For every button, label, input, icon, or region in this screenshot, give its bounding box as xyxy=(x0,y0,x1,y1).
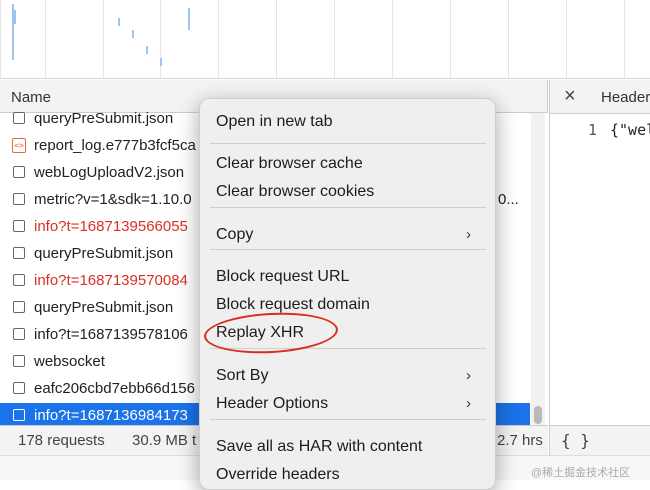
menu-separator xyxy=(210,249,486,250)
menu-separator xyxy=(210,207,486,208)
line-number: 1 xyxy=(588,121,598,139)
timeline-gridline xyxy=(624,0,625,78)
request-detail-pane: × Header 1 {"wel { } xyxy=(549,80,650,479)
timeline-gridline xyxy=(0,0,1,78)
menu-item-save-all-as-har-with-content[interactable]: Save all as HAR with content xyxy=(200,434,495,460)
request-name: info?t=1687139566055 xyxy=(34,218,188,235)
request-checkbox[interactable] xyxy=(13,382,25,394)
close-icon[interactable]: × xyxy=(564,85,576,108)
request-name: eafc206cbd7ebb66d156 xyxy=(34,380,195,397)
menu-item-label: Clear browser cache xyxy=(216,155,363,172)
request-count: 178 requests xyxy=(18,432,105,449)
timeline-gridline xyxy=(566,0,567,78)
request-name: queryPreSubmit.json xyxy=(34,299,174,316)
request-extra: 0... xyxy=(498,191,519,208)
menu-item-sort-by[interactable]: Sort By › xyxy=(200,363,495,389)
script-file-icon: <> xyxy=(12,138,26,153)
context-menu: Open in new tab Clear browser cache Clear … xyxy=(199,98,496,490)
timeline-request-bar xyxy=(118,18,120,26)
menu-item-block-request-domain[interactable]: Block request domain xyxy=(200,292,495,318)
timeline-gridline xyxy=(103,0,104,78)
timeline-request-bar xyxy=(132,30,134,38)
menu-separator xyxy=(210,143,486,144)
timeline-gridline xyxy=(450,0,451,78)
request-name: queryPreSubmit.json xyxy=(34,245,174,262)
finish-time: 2.7 hrs xyxy=(497,432,543,449)
chevron-right-icon: › xyxy=(466,367,471,384)
request-checkbox[interactable] xyxy=(13,193,25,205)
timeline-request-bar xyxy=(188,8,190,30)
scrollbar-track[interactable] xyxy=(531,113,545,426)
menu-item-label: Copy xyxy=(216,226,254,243)
request-name: info?t=1687139578106 xyxy=(34,326,188,343)
request-name: metric?v=1&sdk=1.10.0 xyxy=(34,191,192,208)
response-code: {"wel xyxy=(610,121,650,139)
timeline-gridline xyxy=(276,0,277,78)
menu-item-label: Block request domain xyxy=(216,296,370,313)
timeline-request-bar xyxy=(14,10,16,24)
menu-item-block-request-url[interactable]: Block request URL xyxy=(200,264,495,290)
request-name: queryPreSubmit.json xyxy=(34,110,174,127)
request-name: report_log.e777b3fcf5ca xyxy=(34,137,196,154)
request-checkbox[interactable] xyxy=(13,301,25,313)
request-checkbox[interactable] xyxy=(13,409,25,421)
pretty-print-button[interactable]: { } xyxy=(561,431,590,450)
scrollbar-thumb[interactable] xyxy=(534,406,542,424)
timeline-gridline xyxy=(392,0,393,78)
request-checkbox[interactable] xyxy=(13,166,25,178)
timeline-gridline xyxy=(334,0,335,78)
request-name: info?t=1687139570084 xyxy=(34,272,188,289)
request-checkbox[interactable] xyxy=(13,355,25,367)
request-name: webLogUploadV2.json xyxy=(34,164,185,181)
tab-headers[interactable]: Header xyxy=(601,89,650,106)
request-checkbox[interactable] xyxy=(13,274,25,286)
menu-item-label: Save all as HAR with content xyxy=(216,438,423,455)
menu-separator xyxy=(210,419,486,420)
menu-item-override-headers[interactable]: Override headers xyxy=(200,462,495,488)
request-name: websocket xyxy=(34,353,105,370)
request-checkbox[interactable] xyxy=(13,247,25,259)
timeline-request-bar xyxy=(146,46,148,54)
menu-item-label: Header Options xyxy=(216,395,329,412)
timeline-request-bar xyxy=(160,58,162,66)
name-column-label: Name xyxy=(11,89,52,106)
watermark: @稀土掘金技术社区 xyxy=(531,467,631,479)
timeline-gridline xyxy=(218,0,219,78)
menu-item-label: Open in new tab xyxy=(216,113,333,130)
timeline-gridline xyxy=(160,0,161,78)
request-name: info?t=1687136984173 xyxy=(34,407,188,424)
transferred-size: 30.9 MB t xyxy=(132,432,197,449)
menu-item-copy[interactable]: Copy › xyxy=(200,222,495,248)
timeline-gridline xyxy=(45,0,46,78)
timeline-gridline xyxy=(508,0,509,78)
waterfall-timeline xyxy=(0,0,650,79)
request-checkbox[interactable] xyxy=(13,112,25,124)
menu-item-open-in-new-tab[interactable]: Open in new tab xyxy=(200,109,495,135)
menu-item-label: Clear browser cookies xyxy=(216,183,375,200)
menu-item-label: Sort By xyxy=(216,367,269,384)
menu-item-clear-browser-cache[interactable]: Clear browser cache xyxy=(200,151,495,177)
menu-item-header-options[interactable]: Header Options › xyxy=(200,391,495,417)
request-checkbox[interactable] xyxy=(13,328,25,340)
menu-item-clear-browser-cookies[interactable]: Clear browser cookies xyxy=(200,179,495,205)
menu-item-label: Override headers xyxy=(216,466,340,483)
chevron-right-icon: › xyxy=(466,226,471,243)
request-checkbox[interactable] xyxy=(13,220,25,232)
detail-tabbar: × Header xyxy=(550,80,650,114)
chevron-right-icon: › xyxy=(466,395,471,412)
detail-footer: { } xyxy=(550,425,650,456)
menu-item-label: Block request URL xyxy=(216,268,350,285)
